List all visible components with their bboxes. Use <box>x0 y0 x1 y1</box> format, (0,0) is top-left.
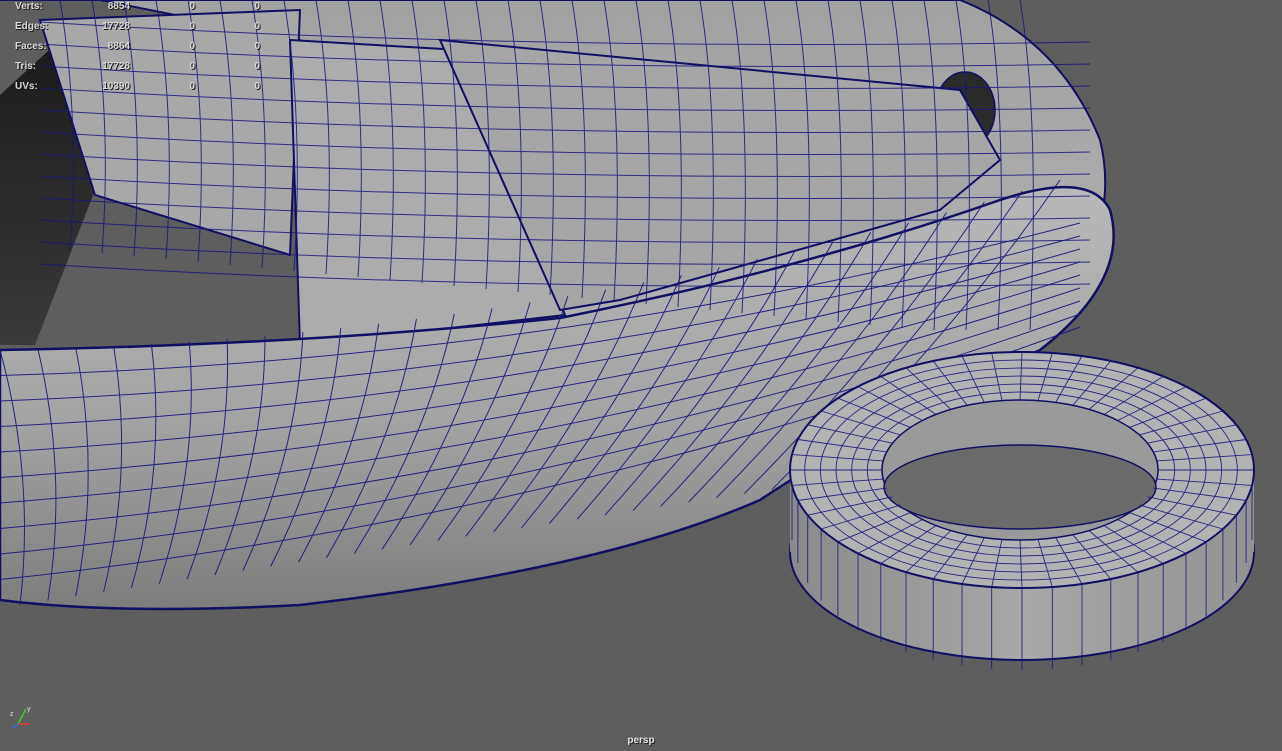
hud-value: 0 <box>189 41 195 52</box>
hud-value: 8854 <box>107 1 130 12</box>
hud-row: Faces: 8864 0 0 <box>0 40 270 60</box>
hud-value: 0 <box>254 81 260 92</box>
hud-row: Tris: 17728 0 0 <box>0 60 270 80</box>
perspective-viewport[interactable]: Verts: 8854 0 0 Edges: 17728 0 0 Faces: 8864 0 0 Tri… <box>0 0 1282 751</box>
camera-name-label: persp <box>627 735 655 746</box>
hud-value: 0 <box>254 61 260 72</box>
hud-value: 0 <box>254 41 260 52</box>
small-ring-hole <box>883 444 1157 530</box>
axis-y-label: y <box>27 706 31 713</box>
hud-value: 8864 <box>107 41 130 52</box>
hud-value: 10390 <box>102 81 130 92</box>
axis-y-line <box>17 708 27 725</box>
hud-label: UVs: <box>15 81 38 92</box>
hud-row: Verts: 8854 0 0 <box>0 0 270 20</box>
3d-mesh-scene[interactable] <box>0 0 1282 751</box>
hud-value: 0 <box>189 81 195 92</box>
hud-row: Edges: 17728 0 0 <box>0 20 270 40</box>
heads-up-display: Verts: 8854 0 0 Edges: 17728 0 0 Faces: 8864 0 0 Tri… <box>0 0 270 100</box>
view-axis-gizmo: y z <box>10 706 31 729</box>
hud-value: 0 <box>189 61 195 72</box>
hud-value: 17728 <box>102 21 130 32</box>
hud-value: 17728 <box>102 61 130 72</box>
hud-label: Edges: <box>15 21 49 32</box>
hud-label: Verts: <box>15 1 43 12</box>
hud-value: 0 <box>189 21 195 32</box>
hud-value: 0 <box>189 1 195 12</box>
hud-value: 0 <box>254 1 260 12</box>
axis-z-line <box>12 723 19 729</box>
hud-label: Tris: <box>15 61 37 72</box>
hud-label: Faces: <box>15 41 47 52</box>
axis-z-label: z <box>10 711 14 718</box>
hud-value: 0 <box>254 21 260 32</box>
hud-row: UVs: 10390 0 0 <box>0 80 270 100</box>
